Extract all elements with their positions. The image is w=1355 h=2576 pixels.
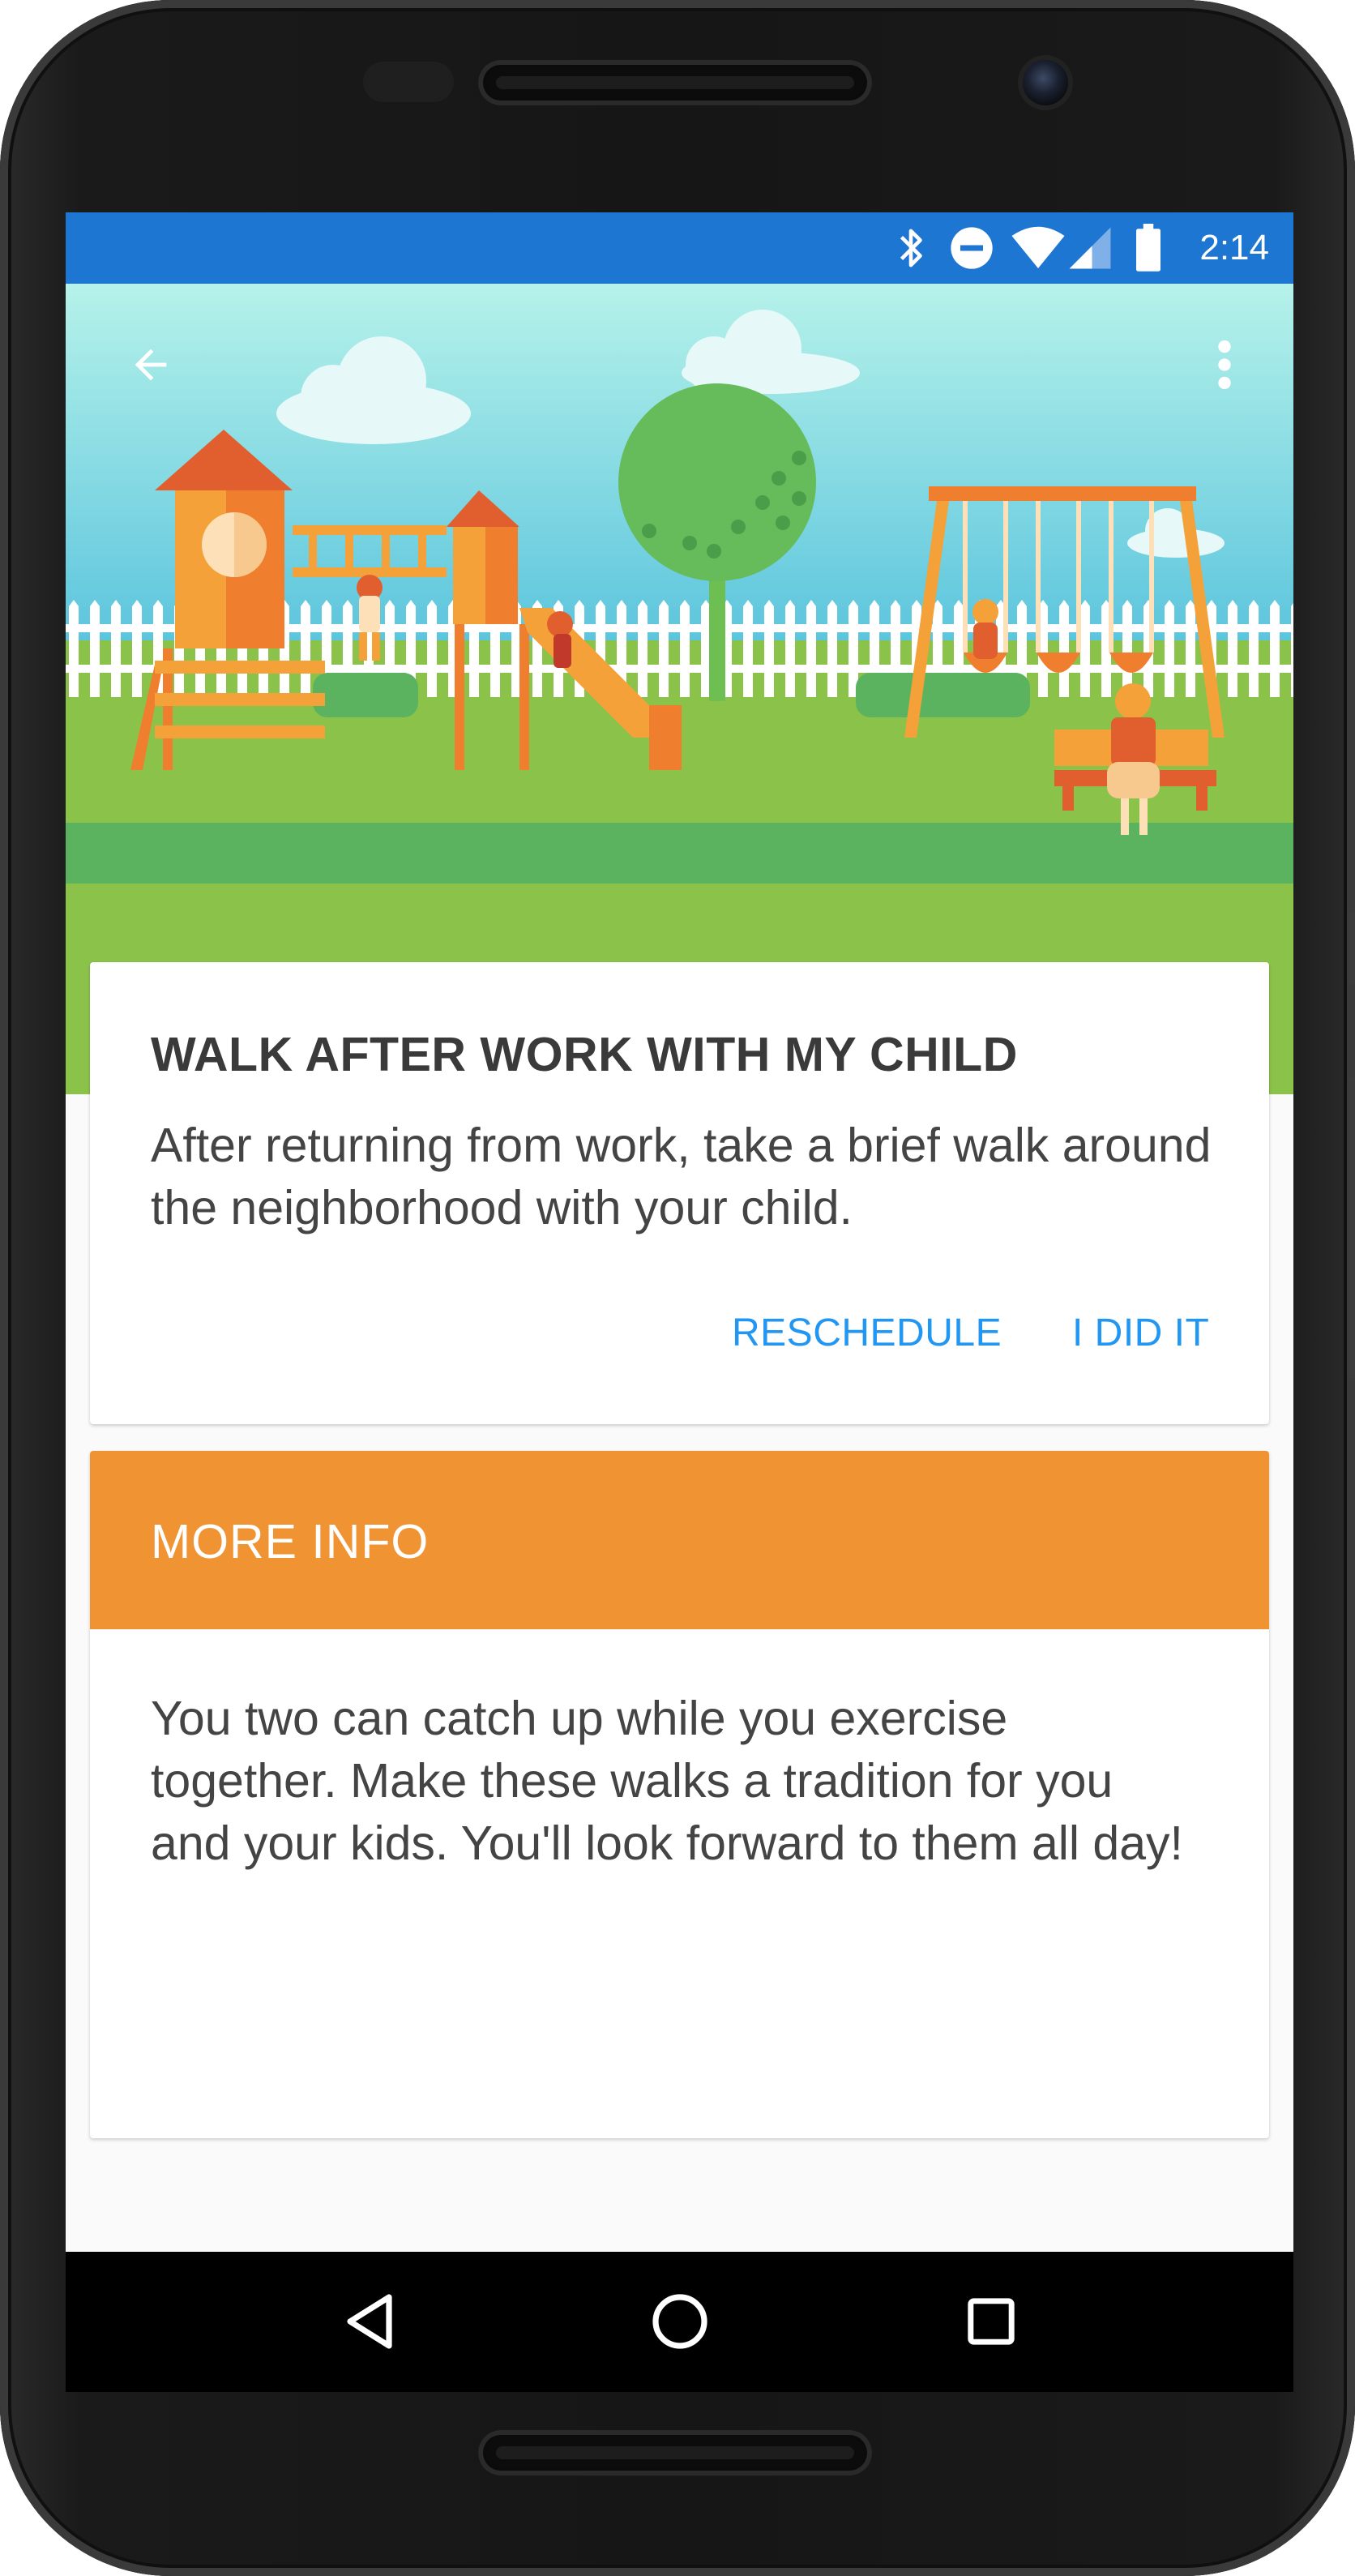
recents-square-icon — [968, 2298, 1015, 2345]
power-button — [1347, 912, 1355, 985]
bottom-speaker — [478, 2430, 872, 2475]
activity-description: After returning from work, take a brief … — [151, 1119, 1212, 1235]
top-speaker — [478, 60, 872, 105]
navigation-bar — [66, 2252, 1293, 2392]
status-bar: 2:14 — [66, 212, 1293, 284]
wifi-icon — [1010, 212, 1066, 284]
more-info-card: MORE INFO You two can catch up while you… — [90, 1451, 1269, 2138]
more-info-header: MORE INFO — [90, 1451, 1269, 1629]
activity-card: WALK AFTER WORK WITH MY CHILD After retu… — [90, 962, 1269, 1424]
bluetooth-icon — [892, 212, 930, 284]
volume-button — [1347, 1078, 1355, 1378]
nav-home-button[interactable] — [639, 2281, 720, 2362]
home-circle-icon — [652, 2294, 707, 2349]
cell-signal-icon — [1067, 212, 1113, 284]
overflow-menu-button[interactable] — [1188, 328, 1261, 401]
back-button[interactable] — [114, 328, 187, 401]
proximity-sensor — [363, 62, 454, 102]
screen: 2:14 WALK AFTER WORK WITH MY CHILD After… — [66, 212, 1293, 2392]
front-camera — [1023, 60, 1068, 105]
back-triangle-icon — [347, 2294, 392, 2349]
nav-recents-button[interactable] — [951, 2281, 1032, 2362]
activity-title: WALK AFTER WORK WITH MY CHILD — [151, 1028, 1018, 1081]
more-info-title: MORE INFO — [151, 1515, 430, 1568]
reschedule-button[interactable]: RESCHEDULE — [732, 1311, 1002, 1355]
battery-icon — [1134, 212, 1163, 284]
more-vert-icon — [1218, 340, 1231, 390]
phone-frame: 2:14 WALK AFTER WORK WITH MY CHILD After… — [0, 0, 1355, 2576]
nav-back-button[interactable] — [329, 2281, 410, 2362]
arrow-back-icon — [135, 349, 167, 381]
more-info-body: You two can catch up while you exercise … — [151, 1692, 1183, 1870]
i-did-it-button[interactable]: I DID IT — [1072, 1311, 1209, 1355]
do-not-disturb-icon — [949, 212, 994, 284]
status-time: 2:14 — [1199, 228, 1269, 267]
